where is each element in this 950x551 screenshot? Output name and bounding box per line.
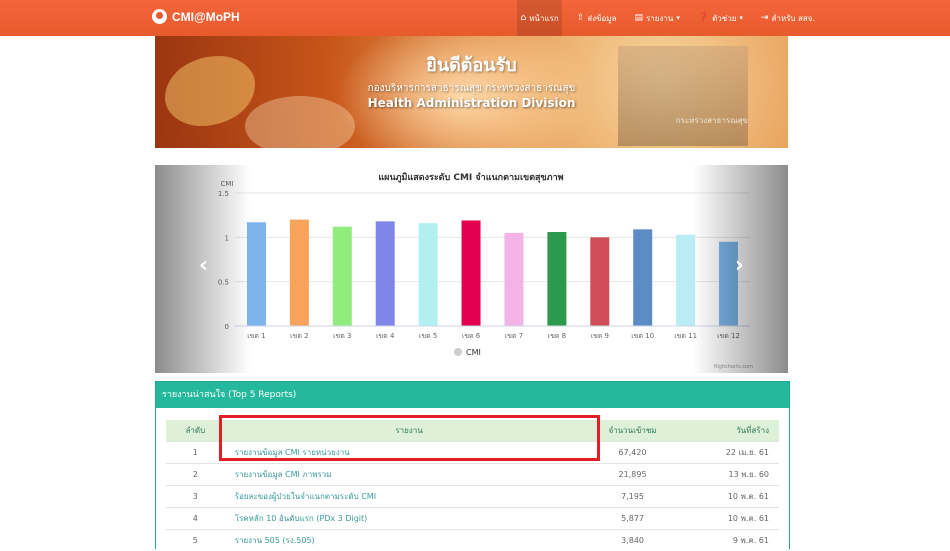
bar-10: [633, 229, 652, 326]
nav-item-3[interactable]: ❓ตัวช่วย▾: [695, 0, 746, 36]
nav-item-4[interactable]: ⇥สำหรับ สสจ.: [758, 0, 818, 36]
panel-title: รายงานน่าสนใจ (Top 5 Reports): [156, 382, 789, 408]
nav-item-0[interactable]: ⌂หน้าแรก: [517, 0, 561, 36]
nav-item-2[interactable]: ▤รายงาน▾: [631, 0, 682, 36]
bar-7: [504, 233, 523, 326]
table-row: 3ร้อยละของผู้ป่วยในจำแนกตามระดับ CMI7,19…: [166, 486, 779, 508]
row-views: 5,877: [593, 508, 671, 530]
home-icon: ⌂: [520, 13, 526, 23]
nav-item-label: รายงาน: [646, 12, 673, 25]
legend-marker: [454, 348, 462, 356]
x-tick-label: เขต 2: [290, 332, 308, 340]
x-tick-label: เขต 7: [505, 332, 523, 340]
x-tick-label: เขต 3: [333, 332, 351, 340]
bar-3: [333, 227, 352, 326]
caret-down-icon: ▾: [739, 14, 743, 22]
bar-5: [419, 223, 438, 326]
header-date: วันที่สร้าง: [672, 420, 779, 442]
chart-carousel: 00.511.5CMIแผนภูมิแสดงระดับ CMI จำแนกตาม…: [155, 165, 788, 373]
nav-item-label: หน้าแรก: [529, 12, 559, 25]
nav-item-1[interactable]: ⇧ส่งข้อมูล: [574, 0, 620, 36]
row-date: 13 พ.ย. 60: [672, 464, 779, 486]
x-tick-label: เขต 10: [631, 332, 654, 340]
highlight-box: [219, 415, 600, 461]
building-sign-text: กระทรวงสาธารณสุข: [676, 114, 748, 127]
row-no: 2: [166, 464, 225, 486]
bar-9: [590, 237, 609, 326]
logo-icon: [152, 9, 167, 24]
chevron-left-icon[interactable]: ‹: [199, 253, 208, 278]
row-no: 4: [166, 508, 225, 530]
bar-6: [462, 220, 481, 326]
bar-2: [290, 220, 309, 326]
x-tick-label: เขต 5: [419, 332, 437, 340]
row-date: 10 พ.ค. 61: [672, 508, 779, 530]
x-tick-label: เขต 9: [591, 332, 609, 340]
login-icon: ⇥: [761, 13, 769, 23]
chevron-right-icon[interactable]: ›: [735, 253, 744, 278]
row-report-link[interactable]: โรคหลัก 10 อันดับแรก (PDx 3 Digit): [225, 508, 594, 530]
nav-item-label: ส่งข้อมูล: [587, 12, 616, 25]
brand-label: CMI@MoPH: [172, 10, 240, 24]
x-tick-label: เขต 6: [462, 332, 481, 340]
row-views: 7,195: [593, 486, 671, 508]
table-row: 2รายงานข้อมูล CMI ภาพรวม21,89513 พ.ย. 60: [166, 464, 779, 486]
bar-4: [376, 221, 395, 326]
file-icon: ▤: [634, 13, 643, 23]
bar-8: [547, 232, 566, 326]
brand-link[interactable]: CMI@MoPH: [152, 9, 240, 24]
banner-title: ยินดีต้อนรับ: [155, 50, 788, 79]
row-no: 1: [166, 442, 225, 464]
header-no: ลำดับ: [166, 420, 225, 442]
row-views: 67,420: [593, 442, 671, 464]
nav-item-label: ตัวช่วย: [712, 12, 736, 25]
row-report-link[interactable]: ร้อยละของผู้ป่วยในจำแนกตามระดับ CMI: [225, 486, 594, 508]
nav-menu: ⌂หน้าแรก⇧ส่งข้อมูล▤รายงาน▾❓ตัวช่วย▾⇥สำหร…: [517, 0, 818, 36]
row-report-link[interactable]: รายงานข้อมูล CMI ภาพรวม: [225, 464, 594, 486]
nav-item-label: สำหรับ สสจ.: [771, 12, 815, 25]
row-date: 22 เม.ย. 61: [672, 442, 779, 464]
welcome-banner: ยินดีต้อนรับ กองบริหารการสาธารณสุข กระทร…: [155, 36, 788, 148]
header-views: จำนวนเข้าชม: [593, 420, 671, 442]
x-tick-label: เขต 8: [548, 332, 566, 340]
x-tick-label: เขต 1: [247, 332, 265, 340]
table-row: 4โรคหลัก 10 อันดับแรก (PDx 3 Digit)5,877…: [166, 508, 779, 530]
upload-icon: ⇧: [577, 13, 585, 23]
top-navbar: CMI@MoPH ⌂หน้าแรก⇧ส่งข้อมูล▤รายงาน▾❓ตัวช…: [0, 0, 950, 36]
top-reports-panel: รายงานน่าสนใจ (Top 5 Reports) ลำดับ รายง…: [155, 381, 790, 549]
chart-title: แผนภูมิแสดงระดับ CMI จำแนกตามเขตสุขภาพ: [378, 172, 563, 183]
help-icon: ❓: [698, 13, 709, 23]
row-no: 3: [166, 486, 225, 508]
banner-subtitle: กองบริหารการสาธารณสุข กระทรวงสาธารณสุข: [155, 81, 788, 96]
caret-down-icon: ▾: [676, 14, 680, 22]
legend-label: CMI: [466, 348, 481, 357]
banner-english-title: Health Administration Division: [155, 96, 788, 110]
row-views: 21,895: [593, 464, 671, 486]
x-tick-label: เขต 4: [376, 332, 395, 340]
row-date: 10 พ.ค. 61: [672, 486, 779, 508]
